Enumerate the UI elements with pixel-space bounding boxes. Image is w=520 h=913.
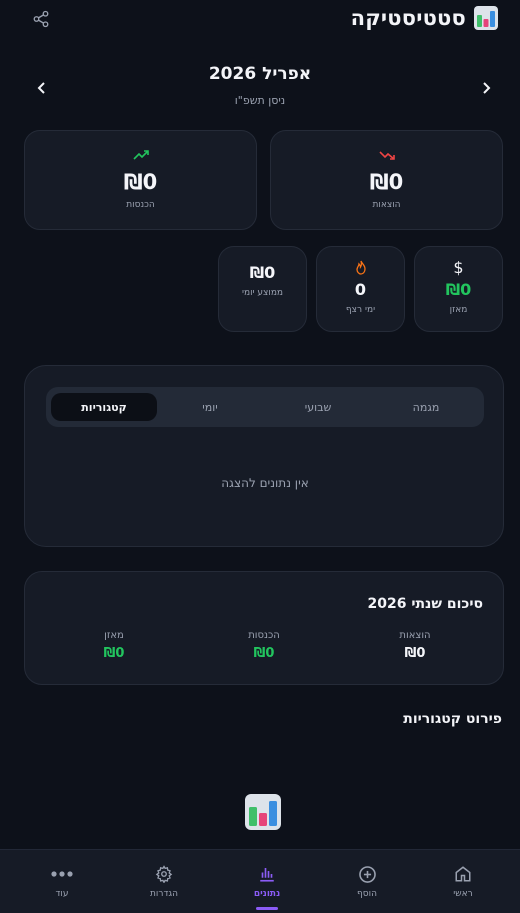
nav-settings[interactable]: הגדרות <box>124 864 204 899</box>
daily-average-card: ₪0 ממוצע יומי <box>218 246 307 332</box>
yearly-summary-card: סיכום שנתי 2026 הוצאות ₪0 הכנסות ₪0 מאזן… <box>24 571 504 685</box>
balance-card: $ ₪0 מאזן <box>414 246 503 332</box>
yearly-balance: מאזן ₪0 <box>64 630 164 661</box>
empty-state-message: אין נתונים להצגה <box>221 476 309 490</box>
balance-label: מאזן <box>449 305 468 315</box>
chart-card: מגמה שבועי יומי קטגוריות אין נתונים להצג… <box>24 365 504 547</box>
chart-tabs: מגמה שבועי יומי קטגוריות <box>46 387 484 427</box>
gear-icon <box>155 864 173 884</box>
yearly-income: הכנסות ₪0 <box>214 630 314 661</box>
trend-down-icon <box>378 149 395 161</box>
nav-more-label: עוד <box>55 889 69 899</box>
tab-categories[interactable]: קטגוריות <box>51 393 157 421</box>
nav-home[interactable]: ראשי <box>423 864 503 899</box>
income-card: ₪0 הכנסות <box>24 130 257 230</box>
nav-home-label: ראשי <box>453 889 473 899</box>
yearly-expenses-label: הוצאות <box>399 630 431 641</box>
active-tab-indicator <box>256 907 278 910</box>
expenses-card: ₪0 הוצאות <box>270 130 503 230</box>
streak-label: ימי רצף <box>345 305 376 315</box>
more-dots-icon <box>51 864 73 884</box>
yearly-expenses-value: ₪0 <box>404 646 426 661</box>
app-logo-icon <box>245 794 281 830</box>
streak-card: 0 ימי רצף <box>316 246 405 332</box>
dollar-icon: $ <box>453 257 464 277</box>
trend-up-icon <box>132 149 149 161</box>
tab-trend[interactable]: מגמה <box>373 393 479 421</box>
yearly-income-value: ₪0 <box>253 646 275 661</box>
bar-chart-icon <box>258 864 276 884</box>
yearly-balance-value: ₪0 <box>103 646 125 661</box>
yearly-expenses: הוצאות ₪0 <box>365 630 465 661</box>
share-button[interactable] <box>30 8 52 30</box>
flame-icon <box>355 259 367 275</box>
yearly-income-label: הכנסות <box>248 630 280 641</box>
bottom-nav: ראשי הוסף נתונים הגדרות עוד <box>0 849 520 913</box>
previous-month-button[interactable] <box>476 78 496 98</box>
yearly-balance-label: מאזן <box>104 630 124 641</box>
chevron-right-icon <box>483 82 491 94</box>
streak-amount: 0 <box>354 280 367 299</box>
share-icon <box>33 10 49 28</box>
daily-average-amount: ₪0 <box>249 263 276 282</box>
yearly-summary-title: סיכום שנתי 2026 <box>367 596 483 612</box>
tab-daily[interactable]: יומי <box>157 393 263 421</box>
home-icon <box>454 864 472 884</box>
nav-statistics-label: נתונים <box>253 889 281 899</box>
plus-circle-icon <box>358 864 377 884</box>
nav-add[interactable]: הוסף <box>327 864 407 899</box>
income-label: הכנסות <box>126 200 155 210</box>
tab-weekly[interactable]: שבועי <box>265 393 371 421</box>
balance-amount: ₪0 <box>445 280 472 299</box>
expenses-label: הוצאות <box>372 200 401 210</box>
income-amount: ₪0 <box>123 170 158 194</box>
hebrew-date: ניסן תשפ"ו <box>234 94 286 107</box>
app-logo-icon <box>474 6 498 30</box>
month-title: אפריל 2026 <box>208 64 312 84</box>
page-title: סטטיסטיקה <box>350 6 466 30</box>
nav-more[interactable]: עוד <box>22 864 102 899</box>
category-breakdown-title: פירוט קטגוריות <box>403 711 502 727</box>
nav-statistics[interactable]: נתונים <box>227 864 307 899</box>
expenses-amount: ₪0 <box>369 170 404 194</box>
daily-average-label: ממוצע יומי <box>241 288 284 298</box>
nav-settings-label: הגדרות <box>150 889 178 899</box>
nav-add-label: הוסף <box>357 889 377 899</box>
